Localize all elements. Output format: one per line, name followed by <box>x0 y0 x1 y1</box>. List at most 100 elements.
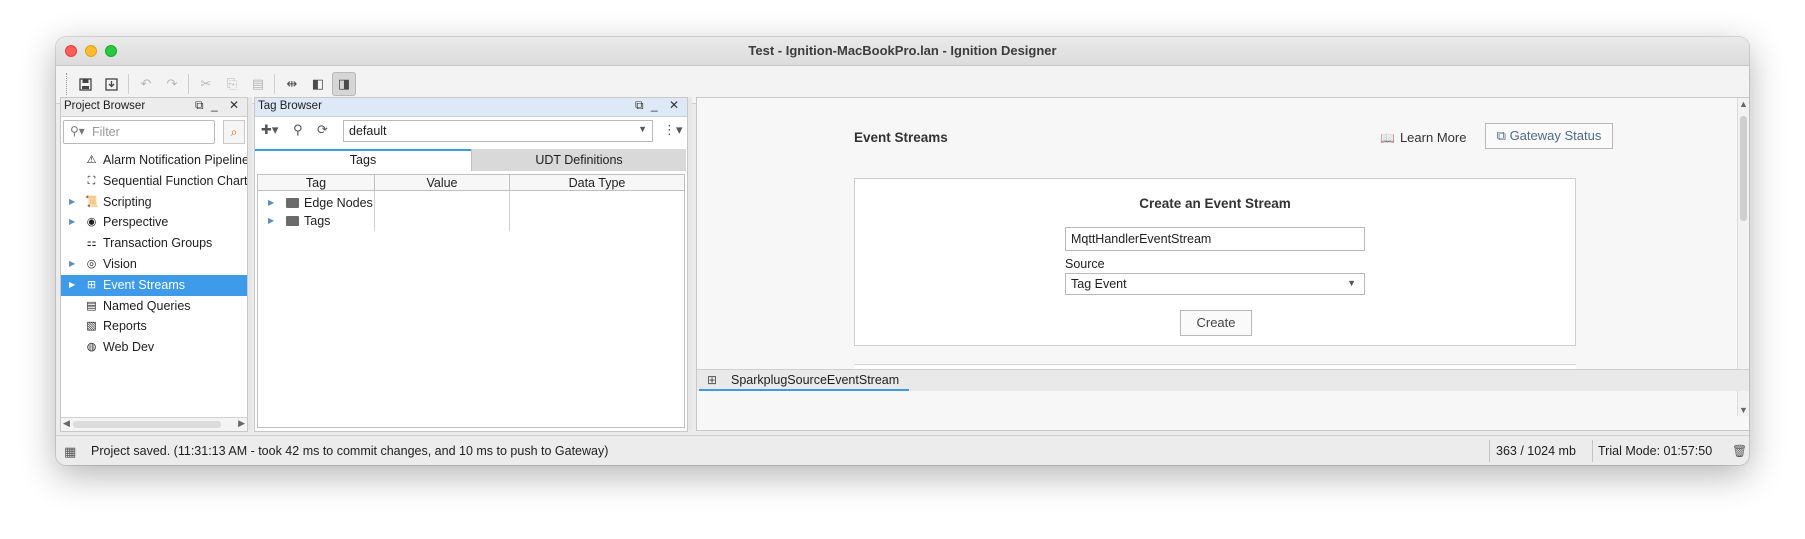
tree-item-sequential-function-charts[interactable]: ⛶ Sequential Function Charts <box>61 171 247 192</box>
tag-browser-title: Tag Browser <box>258 100 322 112</box>
page-title: Event Streams <box>854 130 948 145</box>
gateway-status-button[interactable]: ⧉ Gateway Status <box>1485 123 1613 149</box>
tree-item-scripting[interactable]: ▶ 📜 Scripting <box>61 192 247 213</box>
tab-tags[interactable]: Tags <box>255 149 471 171</box>
tag-table: Tag Value Data Type ▶ Edge Nodes ▶ Tags <box>257 174 685 428</box>
tree-item-named-queries[interactable]: ▤ Named Queries <box>61 296 247 317</box>
tab-udt-definitions[interactable]: UDT Definitions <box>471 149 686 171</box>
tag-browser-header: Tag Browser ⧉ _ ✕ <box>255 98 687 117</box>
workspace: Event Streams 📖 Learn More ⧉ Gateway Stat… <box>696 97 1749 431</box>
folder-icon <box>286 198 299 208</box>
float-panel-icon[interactable]: ⧉ <box>195 98 204 113</box>
column-header-tag[interactable]: Tag <box>258 175 375 191</box>
source-select[interactable]: Tag Event ▼ <box>1065 273 1365 295</box>
expand-icon[interactable]: ▶ <box>268 211 274 231</box>
named-queries-icon: ▤ <box>86 299 97 312</box>
status-bar: ▦ Project saved. (11:31:13 AM - took 42 … <box>56 435 1749 465</box>
event-stream-icon: ⊞ <box>707 373 718 387</box>
external-link-icon: ⧉ <box>1496 128 1510 143</box>
toggle-left-panel-icon[interactable]: ◧ <box>306 72 330 96</box>
column-header-value[interactable]: Value <box>375 175 510 191</box>
sfc-icon: ⛶ <box>87 174 96 187</box>
project-browser-panel: Project Browser ⧉ _ ✕ ⚲▾ Filter ⌕ ⚠ Alarm… <box>60 97 248 432</box>
minimize-panel-icon[interactable]: _ <box>211 98 218 112</box>
tag-provider-value: default <box>349 124 387 138</box>
tree-item-perspective[interactable]: ▶ ◉ Perspective <box>61 212 247 233</box>
add-tag-icon[interactable]: ✚▾ <box>261 122 278 138</box>
learn-more-label: Learn More <box>1399 130 1467 145</box>
panel-splitter[interactable] <box>248 97 252 430</box>
tag-provider-select[interactable]: default ▼ <box>343 120 653 142</box>
doc-tab-label: SparkplugSourceEventStream <box>731 373 900 387</box>
save-icon[interactable] <box>73 72 97 96</box>
trial-mode-status: Trial Mode: 01:57:50 <box>1598 444 1713 458</box>
tree-item-label: Alarm Notification Pipelines <box>103 153 247 167</box>
cut-icon[interactable]: ✂ <box>194 72 218 96</box>
collapse-panels-icon[interactable]: ⇹ <box>280 72 304 96</box>
source-label: Source <box>1065 257 1105 271</box>
tree-item-event-streams[interactable]: ▶ ⊞ Event Streams <box>61 274 247 296</box>
reports-icon: ▧ <box>86 320 97 333</box>
redo-icon[interactable]: ↷ <box>160 72 184 96</box>
paste-icon[interactable]: ▤ <box>246 72 270 96</box>
refresh-icon[interactable]: ⟳ <box>317 122 328 138</box>
copy-icon[interactable]: ⎘ <box>220 72 244 96</box>
tab-sparkplug-source-event-stream[interactable]: ⊞ SparkplugSourceEventStream <box>699 370 910 391</box>
tree-item-label: Web Dev <box>103 340 155 355</box>
scroll-up-icon[interactable]: ▲ <box>1739 99 1748 109</box>
panel-splitter[interactable] <box>688 97 692 430</box>
expand-icon[interactable]: ▶ <box>69 212 75 233</box>
chevron-down-icon: ▼ <box>638 124 647 134</box>
transaction-groups-icon: ⚏ <box>86 237 97 250</box>
project-tree: ⚠ Alarm Notification Pipelines ⛶ Sequential… <box>61 150 247 416</box>
project-filter-input[interactable]: ⚲▾ Filter <box>63 120 215 144</box>
minimize-panel-icon[interactable]: _ <box>651 98 658 112</box>
tree-item-transaction-groups[interactable]: ⚏ Transaction Groups <box>61 233 247 254</box>
tree-item-label: Vision <box>103 256 137 271</box>
horizontal-scrollbar[interactable]: ◀ ▶ <box>61 417 247 431</box>
scroll-thumb[interactable] <box>73 421 221 428</box>
create-event-stream-card: Create an Event Stream MqttHandlerEventS… <box>854 178 1576 346</box>
memory-usage[interactable]: 363 / 1024 mb <box>1496 444 1576 458</box>
toggle-right-panel-icon[interactable]: ◨ <box>332 72 356 96</box>
learn-more-link[interactable]: 📖 Learn More <box>1380 130 1466 145</box>
search-icon[interactable]: ⚲ <box>293 122 303 138</box>
column-header-data-type[interactable]: Data Type <box>510 175 684 191</box>
tree-item-label: Transaction Groups <box>103 236 213 251</box>
tree-item-alarm-notification-pipelines[interactable]: ⚠ Alarm Notification Pipelines <box>61 150 247 171</box>
save-publish-icon[interactable] <box>99 72 123 96</box>
expand-icon[interactable]: ▶ <box>268 193 274 213</box>
vision-icon: ◎ <box>86 257 97 270</box>
card-title: Create an Event Stream <box>1139 196 1291 211</box>
search-icon: ⚲▾ <box>70 124 85 138</box>
more-options-icon[interactable]: ⋮▾ <box>663 122 683 138</box>
expand-icon[interactable]: ▶ <box>69 192 75 213</box>
undo-icon[interactable]: ↶ <box>134 72 158 96</box>
tag-browser-panel: Tag Browser ⧉ _ ✕ ✚▾ ⚲ ⟳ default ▼ ⋮▾ Ta… <box>254 97 688 432</box>
alarm-pipeline-icon: ⚠ <box>86 154 97 166</box>
tree-item-label: Perspective <box>103 215 169 230</box>
tree-item-vision[interactable]: ▶ ◎ Vision <box>61 254 247 275</box>
float-panel-icon[interactable]: ⧉ <box>635 98 644 113</box>
project-browser-header: Project Browser ⧉ _ ✕ <box>61 98 247 117</box>
event-streams-icon: ⊞ <box>86 278 97 291</box>
tree-item-reports[interactable]: ▧ Reports <box>61 316 247 337</box>
tree-item-web-dev[interactable]: ◍ Web Dev <box>61 337 247 358</box>
grid-icon[interactable]: ▦ <box>64 444 76 460</box>
tree-item-label: Event Streams <box>103 277 185 292</box>
expand-icon[interactable]: ▶ <box>69 254 75 275</box>
tree-item-label: Scripting <box>103 194 152 209</box>
toolbar-grip[interactable] <box>66 73 70 95</box>
scroll-right-icon[interactable]: ▶ <box>238 418 245 429</box>
close-panel-icon[interactable]: ✕ <box>229 98 239 112</box>
event-stream-name-input[interactable]: MqttHandlerEventStream <box>1065 227 1365 251</box>
scroll-left-icon[interactable]: ◀ <box>63 418 70 429</box>
scroll-thumb[interactable] <box>1740 116 1747 221</box>
tree-item-label: Named Queries <box>103 298 191 313</box>
gc-icon[interactable]: 🗑 <box>1732 444 1747 458</box>
expand-icon[interactable]: ▶ <box>69 275 75 296</box>
create-button[interactable]: Create <box>1180 310 1252 336</box>
scroll-down-icon[interactable]: ▼ <box>1739 405 1748 415</box>
close-panel-icon[interactable]: ✕ <box>669 98 679 112</box>
filter-options-icon[interactable]: ⌕ <box>223 120 245 144</box>
